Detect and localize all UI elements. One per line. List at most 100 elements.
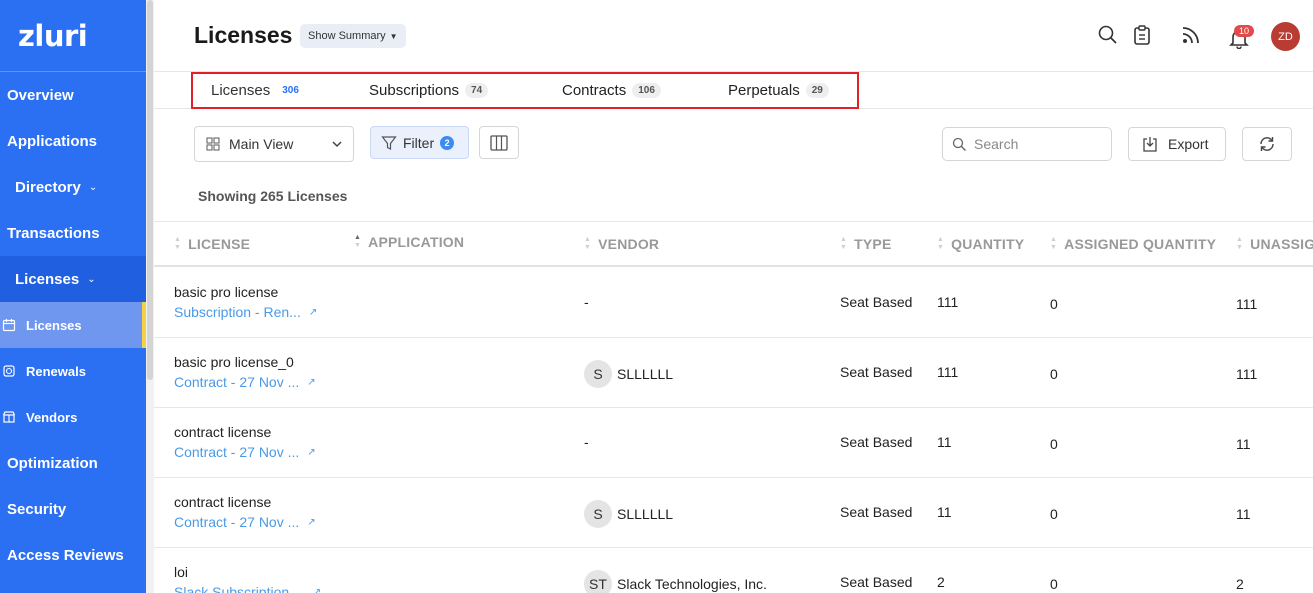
license-source-link[interactable]: Contract - 27 Nov ... ↗ <box>174 374 316 390</box>
unassigned-quantity: 11 <box>1236 506 1251 522</box>
quantity: 11 <box>937 434 952 450</box>
sidebar-item-label: Security <box>7 500 67 518</box>
caret-down-icon: ▼ <box>389 31 398 41</box>
tab-count: 74 <box>465 83 489 98</box>
license-type: Seat Based <box>840 364 913 380</box>
rss-feed-icon[interactable] <box>1180 24 1202 46</box>
license-type: Seat Based <box>840 504 913 520</box>
table-row[interactable]: contract license Contract - 27 Nov ... ↗ … <box>154 408 1313 478</box>
license-name: basic pro license <box>174 284 279 300</box>
vendor-name: Slack Technologies, Inc. <box>617 576 767 592</box>
show-summary-label: Show Summary <box>308 30 386 42</box>
license-name: contract license <box>174 494 272 510</box>
tab-contracts[interactable]: Contracts 106 <box>562 82 661 99</box>
column-header-vendor[interactable]: ▲ ▼ VENDOR <box>584 236 659 252</box>
sidebar-item-directory[interactable]: Directory ⌄ <box>0 164 146 210</box>
clipboard-icon[interactable] <box>1131 24 1153 46</box>
columns-icon <box>490 134 508 151</box>
table-row[interactable]: basic pro license_0 Contract - 27 Nov ..… <box>154 338 1313 408</box>
sidebar-item-applications[interactable]: Applications <box>0 118 146 164</box>
license-source-link[interactable]: Slack Subscription ... ↗ <box>174 584 321 593</box>
vendor[interactable]: ST Slack Technologies, Inc. <box>584 570 767 593</box>
filter-label: Filter <box>403 134 435 151</box>
sort-icon: ▲ ▼ <box>840 236 848 251</box>
columns-button[interactable] <box>479 126 519 159</box>
vendor-name: SLLLLLL <box>617 506 674 522</box>
sidebar-subitem-vendors[interactable]: Vendors <box>0 394 146 440</box>
column-header-application[interactable]: ▲ ▼ APPLICATION <box>354 234 464 250</box>
sidebar-item-optimization[interactable]: Optimization <box>0 440 146 486</box>
search-icon[interactable] <box>1097 24 1119 46</box>
export-button[interactable]: Export <box>1128 127 1226 161</box>
sidebar-subitem-label: Licenses <box>26 317 82 333</box>
tab-subscriptions[interactable]: Subscriptions 74 <box>369 82 489 99</box>
logo[interactable]: zluri <box>0 0 146 72</box>
filter-count-badge: 2 <box>440 135 455 150</box>
sidebar-item-transactions[interactable]: Transactions <box>0 210 146 256</box>
assigned-quantity: 0 <box>1050 436 1058 452</box>
refresh-button[interactable] <box>1242 127 1292 161</box>
sort-icon: ▲ ▼ <box>354 234 362 249</box>
vendor[interactable]: S SLLLLLL <box>584 500 673 528</box>
search-field[interactable] <box>942 127 1112 161</box>
sidebar-item-overview[interactable]: Overview <box>0 72 146 118</box>
unassigned-quantity: 111 <box>1236 366 1258 382</box>
sidebar-subitem-label: Vendors <box>26 409 78 425</box>
chevron-down-icon: ⌄ <box>87 273 96 285</box>
sidebar-item-label: Optimization <box>7 454 98 472</box>
logo-text: zluri <box>18 18 88 53</box>
tab-label: Subscriptions <box>369 82 460 99</box>
external-link-icon: ↗ <box>308 306 318 318</box>
license-source-link[interactable]: Contract - 27 Nov ... ↗ <box>174 514 316 530</box>
table-row[interactable]: loi Slack Subscription ... ↗ ST Slack Tech… <box>154 548 1313 593</box>
column-header-unassigned[interactable]: ▲ ▼ UNASSIG <box>1236 236 1313 252</box>
results-count: Showing 265 Licenses <box>198 188 348 204</box>
quantity: 2 <box>937 574 945 590</box>
export-icon <box>1143 136 1157 152</box>
column-header-assigned-quantity[interactable]: ▲ ▼ ASSIGNED QUANTITY <box>1050 236 1216 252</box>
scrollbar-thumb[interactable] <box>147 0 153 380</box>
license-source-link[interactable]: Subscription - Ren... ↗ <box>174 304 317 320</box>
table-row[interactable]: contract license Contract - 27 Nov ... ↗ … <box>154 478 1313 548</box>
license-name: loi <box>174 564 189 580</box>
quantity: 111 <box>937 364 959 380</box>
table-row[interactable]: basic pro license Subscription - Ren... ↗… <box>154 268 1313 338</box>
tab-perpetuals[interactable]: Perpetuals 29 <box>728 82 829 99</box>
tab-label: Perpetuals <box>728 82 800 99</box>
unassigned-quantity: 111 <box>1236 296 1258 312</box>
vendor[interactable]: S SLLLLLL <box>584 360 673 388</box>
tab-licenses[interactable]: Licenses 306 <box>211 82 305 99</box>
show-summary-button[interactable]: Show Summary ▼ <box>300 24 406 48</box>
column-header-type[interactable]: ▲ ▼ TYPE <box>840 236 892 252</box>
vendor-avatar: ST <box>584 570 612 593</box>
sidebar-subitem-renewals[interactable]: Renewals <box>0 348 146 394</box>
external-link-icon: ↗ <box>307 446 316 458</box>
sidebar-item-label: Licenses <box>15 270 80 288</box>
renewal-icon <box>3 365 15 377</box>
sort-icon: ▲ ▼ <box>1050 236 1058 251</box>
view-select[interactable]: Main View <box>194 126 354 162</box>
vendor-name: - <box>584 294 589 310</box>
sort-icon: ▲ ▼ <box>174 236 182 251</box>
tab-count: 106 <box>632 83 661 98</box>
filter-icon <box>381 135 397 150</box>
sidebar-item-access-reviews[interactable]: Access Reviews <box>0 532 146 578</box>
search-input[interactable] <box>974 136 1104 152</box>
license-source-link[interactable]: Contract - 27 Nov ... ↗ <box>174 444 316 460</box>
sidebar-item-security[interactable]: Security <box>0 486 146 532</box>
tab-count: 306 <box>282 85 299 96</box>
sort-icon: ▲ ▼ <box>584 236 592 251</box>
sidebar-item-label: Overview <box>7 86 74 104</box>
avatar[interactable]: ZD <box>1271 22 1300 51</box>
vendor-avatar: S <box>584 360 612 388</box>
sidebar-item-licenses[interactable]: Licenses ⌄ <box>0 256 146 302</box>
column-header-quantity[interactable]: ▲ ▼ QUANTITY <box>937 236 1024 252</box>
sidebar-scrollbar[interactable] <box>146 0 154 593</box>
sidebar-subitem-label: Renewals <box>26 363 86 379</box>
filter-button[interactable]: Filter 2 <box>370 126 469 159</box>
assigned-quantity: 0 <box>1050 296 1058 312</box>
column-header-license[interactable]: ▲ ▼ LICENSE <box>174 236 250 252</box>
export-label: Export <box>1168 136 1209 152</box>
chevron-down-icon <box>332 141 342 148</box>
sidebar-subitem-licenses[interactable]: Licenses <box>0 302 146 348</box>
